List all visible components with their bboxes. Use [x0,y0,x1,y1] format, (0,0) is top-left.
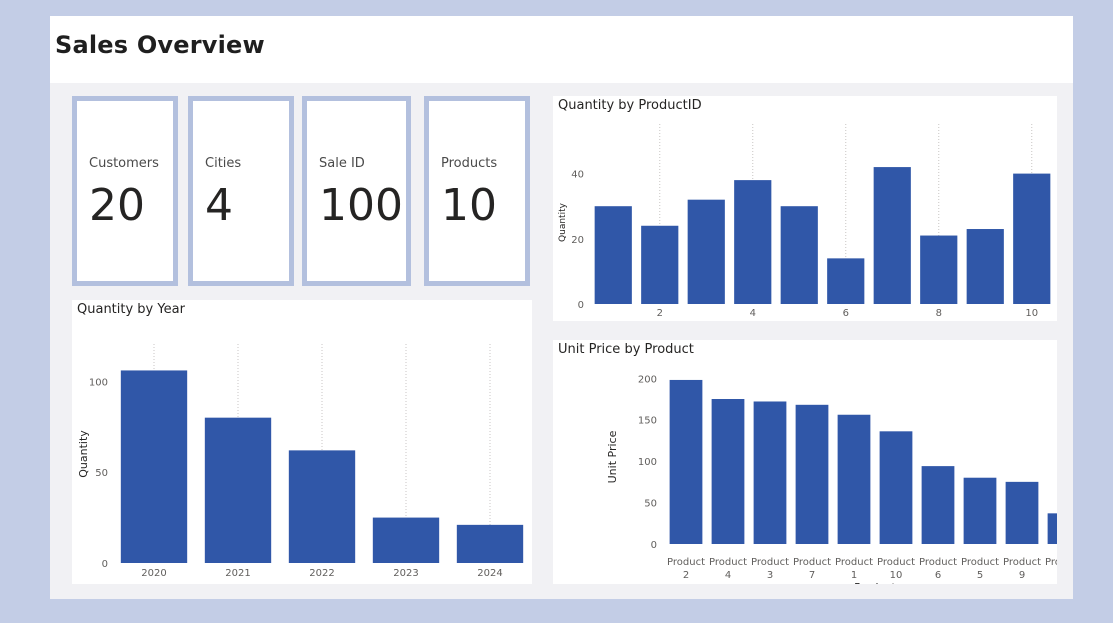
x-tick-label: 2023 [393,568,418,579]
y-tick-label: 150 [638,416,657,427]
bar-10 [1013,173,1051,304]
x-tick-label: Product [1045,557,1057,568]
bar-4 [734,180,772,304]
x-tick-label: 2020 [141,568,166,579]
x-tick-label: 10 [1025,308,1038,319]
bar-product-3 [753,401,787,544]
bar-7 [873,167,911,304]
x-tick-label: Product [793,557,831,568]
x-tick-label: Product [919,557,957,568]
quantity-by-year-chart: 0 50 100 2020 2021 2022 2023 2024 Year Quantity [77,344,524,584]
x-tick-label: 2 [657,308,663,319]
card-sale-id[interactable]: Sale ID 100 [302,96,411,286]
card-label: Cities [205,156,242,171]
y-tick-label: 20 [571,235,584,246]
x-tick-label: 8 [936,308,942,319]
y-axis-title: Quantity [77,430,90,478]
quantity-by-year-visual[interactable]: 0 50 100 2020 2021 2022 2023 2024 Year Quantity Q… [72,300,532,584]
bar-product-7 [795,404,829,544]
y-tick-label: 0 [102,559,108,570]
y-tick-label: 50 [644,499,657,510]
x-tick-label: 2021 [225,568,250,579]
bar-6 [827,258,865,304]
bar-product-9 [1005,481,1039,544]
y-tick-label: 40 [571,170,584,181]
bar-product-2 [669,379,703,544]
x-tick-label: 2022 [309,568,334,579]
x-tick-label: Product [709,557,747,568]
x-tick-label: Product [877,557,915,568]
bar-5 [780,206,818,304]
x-axis-title: Product [854,581,896,584]
x-tick-label: Product [667,557,705,568]
card-label: Customers [89,156,159,171]
page-title: Sales Overview [55,31,265,59]
unit-price-by-product-visual[interactable]: 0 50 100 150 200 Product 2 Product 4 Product 3 Prod… [553,340,1057,584]
y-tick-label: 100 [638,457,657,468]
card-products[interactable]: Products 10 [424,96,530,286]
x-tick-label: 2024 [477,568,502,579]
visual-title: Quantity by Year [77,302,185,317]
bar-2020 [120,370,188,563]
x-axis-title: Year [309,583,334,584]
x-tick-label: 6 [843,308,849,319]
bar-2021 [204,417,272,563]
title-bar: Sales Overview [50,16,1073,83]
report-canvas: Sales Overview Customers 20 Cities 4 Sal… [50,16,1073,599]
y-tick-label: 0 [651,540,657,551]
x-tick-label: 7 [809,570,815,581]
x-tick-label: 5 [977,570,983,581]
bar-product-1 [837,414,871,544]
y-tick-label: 100 [89,377,108,388]
bar-2 [641,225,679,304]
visual-title: Unit Price by Product [558,342,694,357]
x-tick-label: 4 [725,570,731,581]
bar-product-5 [963,477,997,544]
bar-1 [594,206,632,304]
x-tick-label: 2 [683,570,689,581]
x-tick-label: 6 [935,570,941,581]
bar-9 [966,229,1004,304]
y-axis-title: Unit Price [606,430,619,483]
x-tick-label: 3 [767,570,773,581]
x-tick-label: 1 [851,570,857,581]
x-tick-label: Product [751,557,789,568]
card-value: 4 [205,180,233,231]
visual-title: Quantity by ProductID [558,98,702,113]
y-tick-label: 200 [638,374,657,385]
y-axis-title: Quantity [558,202,568,242]
x-tick-label: Product [835,557,873,568]
unit-price-by-product-chart: 0 50 100 150 200 Product 2 Product 4 Product 3 Prod… [606,374,1057,584]
quantity-by-productid-visual[interactable]: 02040246810ProductIDQuantity Quantity by… [553,96,1057,321]
quantity-by-productid-chart: 02040246810ProductIDQuantity [558,124,1051,319]
bar-product-4 [711,399,745,544]
bar-2024 [456,524,524,563]
bar-3 [687,199,725,304]
x-tick-label: Product [1003,557,1041,568]
y-tick-label: 50 [95,468,108,479]
card-value: 10 [441,180,497,231]
x-tick-label: 4 [750,308,756,319]
bar-2022 [288,450,356,563]
bar-2023 [372,517,440,563]
bar-8 [920,235,958,304]
card-cities[interactable]: Cities 4 [188,96,294,286]
card-label: Products [441,156,498,171]
bar-product-8 [1047,513,1057,544]
bar-product-10 [879,431,913,544]
x-tick-label: Product [961,557,999,568]
y-tick-label: 0 [578,300,584,311]
card-value: 20 [89,180,145,231]
bar-product-6 [921,466,955,544]
card-label: Sale ID [319,156,365,171]
x-tick-label: 10 [890,570,903,581]
x-tick-label: 9 [1019,570,1025,581]
card-value: 100 [319,180,403,231]
card-customers[interactable]: Customers 20 [72,96,178,286]
